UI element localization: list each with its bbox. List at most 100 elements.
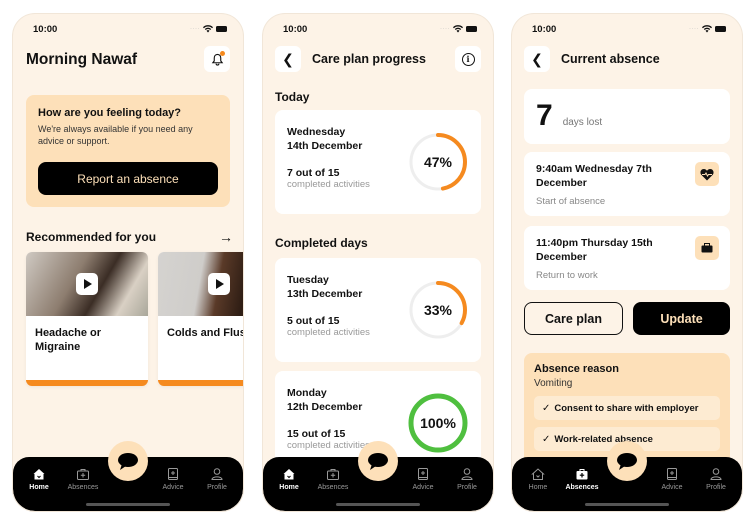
back-button[interactable]: ❮ [524,46,550,72]
progress-ring: 33% [407,279,469,341]
event-label: Return to work [536,270,598,281]
tab-advice[interactable]: Advice [151,467,195,491]
recommended-card[interactable]: Colds and Flus [158,252,243,386]
days-lost-count: 7 [536,99,553,132]
tab-home[interactable]: Home [267,467,311,491]
signal-icon: ···· [190,26,200,32]
nav-header: ❮ Care plan progress i [275,46,481,72]
completed-days-heading: Completed days [275,236,368,250]
video-thumbnail [158,252,243,316]
status-time: 10:00 [283,23,308,35]
battery-icon [216,26,227,32]
home-screen: 10:00 ···· Morning Nawaf How are you fee… [13,14,243,511]
wifi-icon [203,25,213,33]
play-icon [84,279,92,289]
home-indicator [336,503,420,506]
consent-check-item: ✓ Consent to share with employer [534,396,720,420]
status-time: 10:00 [532,23,557,35]
event-datetime: 11:40pm Thursday 15th December [536,237,653,263]
signal-icon: ···· [440,26,450,32]
tab-absences[interactable]: Absences [311,467,355,491]
tab-advice[interactable]: Advice [401,467,445,491]
progress-card[interactable]: Tuesday 13th December 5 out of 15 comple… [275,258,481,362]
feeling-card: How are you feeling today? We're always … [26,95,230,207]
progress-ring: 47% [407,131,469,193]
briefcase-icon [701,243,713,253]
chat-button[interactable] [108,441,148,481]
tab-advice[interactable]: Advice [650,467,694,491]
battery-icon [466,26,477,32]
days-lost-card: 7 days lost [524,89,730,144]
wifi-icon [702,25,712,33]
report-absence-button[interactable]: Report an absence [38,162,218,195]
progress-ring: 100% [407,392,469,454]
feeling-title: How are you feeling today? [38,107,182,119]
back-button[interactable]: ❮ [275,46,301,72]
care-plan-button[interactable]: Care plan [524,302,623,335]
play-button[interactable] [208,273,230,295]
chat-bubble-icon [368,453,388,470]
medkit-icon [327,469,339,480]
recommended-title: Recommended for you [26,230,157,244]
progress-percent: 47% [423,154,453,170]
recommended-header: Recommended for you → [26,229,233,245]
tab-label: Advice [162,484,184,491]
return-to-work-card[interactable]: 11:40pm Thursday 15th December Return to… [524,226,730,290]
update-button[interactable]: Update [633,302,730,335]
current-absence-screen: 10:00 ···· ❮ Current absence 7 days lost… [512,14,742,511]
today-heading: Today [275,90,310,104]
video-thumbnail [26,252,148,316]
tab-absences[interactable]: Absences [61,467,105,491]
status-time: 10:00 [33,23,58,35]
chevron-left-icon: ❮ [531,50,543,67]
page-title: Current absence [561,52,660,66]
tab-label: Advice [412,484,434,491]
book-plus-icon [418,468,428,480]
profile-icon [211,468,223,480]
tab-absences[interactable]: Absences [560,467,604,491]
tab-profile[interactable]: Profile [694,467,738,491]
wifi-icon [453,25,463,33]
book-plus-icon [168,468,178,480]
days-lost-label: days lost [562,117,603,128]
tab-profile[interactable]: Profile [445,467,489,491]
notification-dot [220,51,225,56]
chevron-left-icon: ❮ [282,50,294,67]
tab-label: Profile [457,484,477,491]
tab-label: Absences [317,484,349,491]
tab-label: Home [528,484,548,491]
notifications-button[interactable] [204,46,230,72]
recommended-card[interactable]: Headache or Migraine [26,252,148,386]
feeling-text: We're always available if you need any a… [38,124,193,146]
chat-button[interactable] [358,441,398,481]
tab-label: Profile [207,484,227,491]
tab-profile[interactable]: Profile [195,467,239,491]
tab-label: Home [29,484,49,491]
absence-start-card[interactable]: 9:40am Wednesday 7th December Start of a… [524,152,730,216]
home-icon [531,468,545,480]
progress-percent: 33% [423,302,453,318]
heart-pulse-icon [700,168,714,180]
tab-label: Advice [661,484,683,491]
care-plan-screen: 10:00 ···· ❮ Care plan progress i Today … [263,14,493,511]
chat-bubble-icon [617,453,637,470]
play-button[interactable] [76,273,98,295]
recommended-card-title: Colds and Flus [167,327,243,339]
arrow-right-icon[interactable]: → [219,229,233,245]
event-datetime: 9:40am Wednesday 7th December [536,163,652,189]
page-title: Care plan progress [312,52,426,66]
status-bar: 10:00 ···· [283,22,477,36]
home-icon [33,469,45,480]
reason-title: Absence reason [534,363,619,375]
profile-icon [461,468,473,480]
chat-button[interactable] [607,441,647,481]
tab-home[interactable]: Home [17,467,61,491]
progress-card[interactable]: Wednesday 14th December 7 out of 15 comp… [275,110,481,214]
medkit-icon [576,469,588,480]
profile-icon [710,468,722,480]
medkit-icon [77,469,89,480]
progress-percent: 100% [420,415,456,431]
tab-home[interactable]: Home [516,467,560,491]
info-button[interactable]: i [455,46,481,72]
info-icon: i [461,52,475,66]
